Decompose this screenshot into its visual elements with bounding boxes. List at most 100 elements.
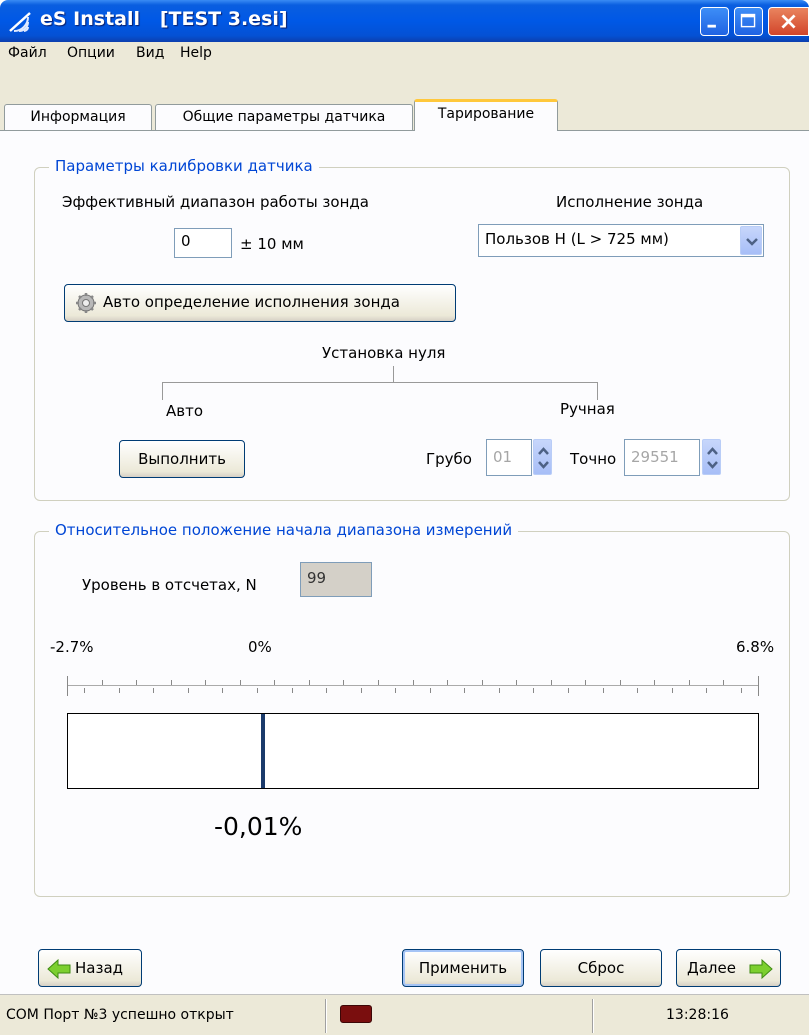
status-message: COM Порт №3 успешно открыт bbox=[6, 1007, 234, 1023]
title-bar[interactable]: eS Install [TEST 3.esi] bbox=[0, 0, 809, 42]
apply-button[interactable]: Применить bbox=[402, 949, 524, 987]
scale-tick bbox=[706, 688, 707, 693]
scale-tick bbox=[274, 680, 275, 685]
scale-tick bbox=[568, 688, 569, 693]
scale-baseline bbox=[67, 685, 759, 686]
scale-tick bbox=[395, 688, 396, 693]
scale-tick bbox=[464, 688, 465, 693]
scale-tick bbox=[516, 680, 517, 685]
scale-ruler bbox=[67, 676, 759, 696]
scale-tick bbox=[533, 688, 534, 693]
scale-tick bbox=[413, 680, 414, 685]
coarse-input[interactable]: 01 bbox=[486, 439, 532, 476]
scale-tick bbox=[119, 688, 120, 693]
status-bar: COM Порт №3 успешно открыт 13:28:16 bbox=[0, 994, 809, 1035]
range-label: Эффективный диапазон работы зонда bbox=[62, 193, 369, 211]
range-unit: ± 10 мм bbox=[240, 235, 304, 253]
probe-label: Исполнение зонда bbox=[556, 193, 704, 211]
tab-info[interactable]: Информация bbox=[4, 104, 152, 130]
scale-tick bbox=[171, 680, 172, 685]
scale-tick bbox=[257, 688, 258, 693]
scale-tick bbox=[326, 688, 327, 693]
scale-tick bbox=[309, 680, 310, 685]
tab-strip: Информация Общие параметры датчика Тарир… bbox=[0, 66, 809, 132]
scale-tick bbox=[378, 680, 379, 685]
maximize-icon bbox=[740, 13, 756, 28]
auto-detect-label: Авто определение исполнения зонда bbox=[103, 293, 400, 311]
scale-tick bbox=[205, 680, 206, 685]
level-value: 99 bbox=[300, 562, 372, 597]
fine-spinner[interactable] bbox=[702, 439, 721, 475]
scale-tick bbox=[240, 680, 241, 685]
status-separator bbox=[325, 999, 327, 1033]
arrow-left-icon bbox=[47, 959, 71, 979]
execute-button[interactable]: Выполнить bbox=[119, 440, 245, 478]
close-button[interactable] bbox=[768, 7, 809, 36]
scale-tick bbox=[84, 688, 85, 693]
scale-tick bbox=[551, 680, 552, 685]
scale-tick bbox=[343, 680, 344, 685]
position-bar bbox=[67, 713, 759, 789]
calibration-group-title: Параметры калибровки датчика bbox=[49, 157, 319, 175]
back-button[interactable]: Назад bbox=[38, 949, 142, 987]
bracket-horizontal bbox=[162, 382, 598, 383]
status-time: 13:28:16 bbox=[666, 1007, 729, 1023]
scale-zero-label: 0% bbox=[248, 638, 272, 656]
next-button[interactable]: Далее bbox=[676, 949, 781, 987]
fine-label: Точно bbox=[570, 450, 617, 468]
tab-general-params[interactable]: Общие параметры датчика bbox=[155, 104, 413, 130]
arrow-right-icon bbox=[749, 959, 773, 979]
minimize-button[interactable] bbox=[700, 7, 729, 36]
menu-view[interactable]: Вид bbox=[136, 45, 164, 61]
scale-tick bbox=[637, 688, 638, 693]
bracket-right bbox=[597, 382, 598, 400]
probe-select[interactable]: Пользов Н (L > 725 мм) bbox=[478, 224, 764, 257]
probe-select-value: Пользов Н (L > 725 мм) bbox=[485, 230, 669, 248]
scale-tick bbox=[499, 688, 500, 693]
scale-tick bbox=[67, 676, 68, 696]
scale-max-label: 6.8% bbox=[736, 638, 775, 656]
scale-tick bbox=[758, 676, 759, 696]
scale-min-label: -2.7% bbox=[50, 638, 94, 656]
scale-tick bbox=[153, 688, 154, 693]
connection-led bbox=[340, 1005, 372, 1023]
position-marker bbox=[261, 714, 265, 788]
scale-tick bbox=[654, 680, 655, 685]
scale-tick bbox=[430, 688, 431, 693]
window-title: eS Install [TEST 3.esi] bbox=[40, 8, 288, 30]
close-icon bbox=[781, 14, 796, 29]
bracket-center bbox=[393, 366, 394, 382]
coarse-label: Грубо bbox=[426, 450, 472, 468]
tab-calibration[interactable]: Тарирование bbox=[414, 99, 558, 131]
auto-detect-button[interactable]: Авто определение исполнения зонда bbox=[64, 284, 456, 322]
scale-tick bbox=[672, 688, 673, 693]
status-separator bbox=[592, 999, 594, 1033]
auto-label: Авто bbox=[166, 402, 204, 420]
bracket-left bbox=[162, 382, 163, 400]
scale-tick bbox=[136, 680, 137, 685]
range-input[interactable]: 0 bbox=[174, 228, 232, 258]
fine-input[interactable]: 29551 bbox=[624, 439, 700, 476]
menu-file[interactable]: Файл bbox=[8, 45, 47, 61]
scale-tick bbox=[222, 688, 223, 693]
spin-arrows-icon bbox=[707, 447, 718, 469]
scale-tick bbox=[188, 688, 189, 693]
chevron-down-icon[interactable] bbox=[740, 226, 762, 255]
gear-icon bbox=[76, 293, 96, 313]
relative-group-title: Относительное положение начала диапазона… bbox=[49, 521, 519, 539]
next-label: Далее bbox=[687, 959, 736, 977]
spin-arrows-icon bbox=[538, 447, 549, 469]
menu-options[interactable]: Опции bbox=[67, 45, 115, 61]
scale-tick bbox=[585, 680, 586, 685]
current-value: -0,01% bbox=[214, 812, 303, 841]
scale-tick bbox=[292, 688, 293, 693]
reset-button[interactable]: Сброс bbox=[540, 949, 662, 987]
level-label: Уровень в отсчетах, N bbox=[82, 576, 257, 594]
menu-help[interactable]: Help bbox=[180, 45, 212, 61]
zero-label: Установка нуля bbox=[322, 344, 446, 362]
scale-tick bbox=[102, 680, 103, 685]
menu-bar: Файл Опции Вид Help bbox=[0, 42, 809, 66]
coarse-spinner[interactable] bbox=[533, 439, 552, 475]
minimize-icon bbox=[707, 24, 716, 28]
maximize-button[interactable] bbox=[734, 7, 763, 36]
